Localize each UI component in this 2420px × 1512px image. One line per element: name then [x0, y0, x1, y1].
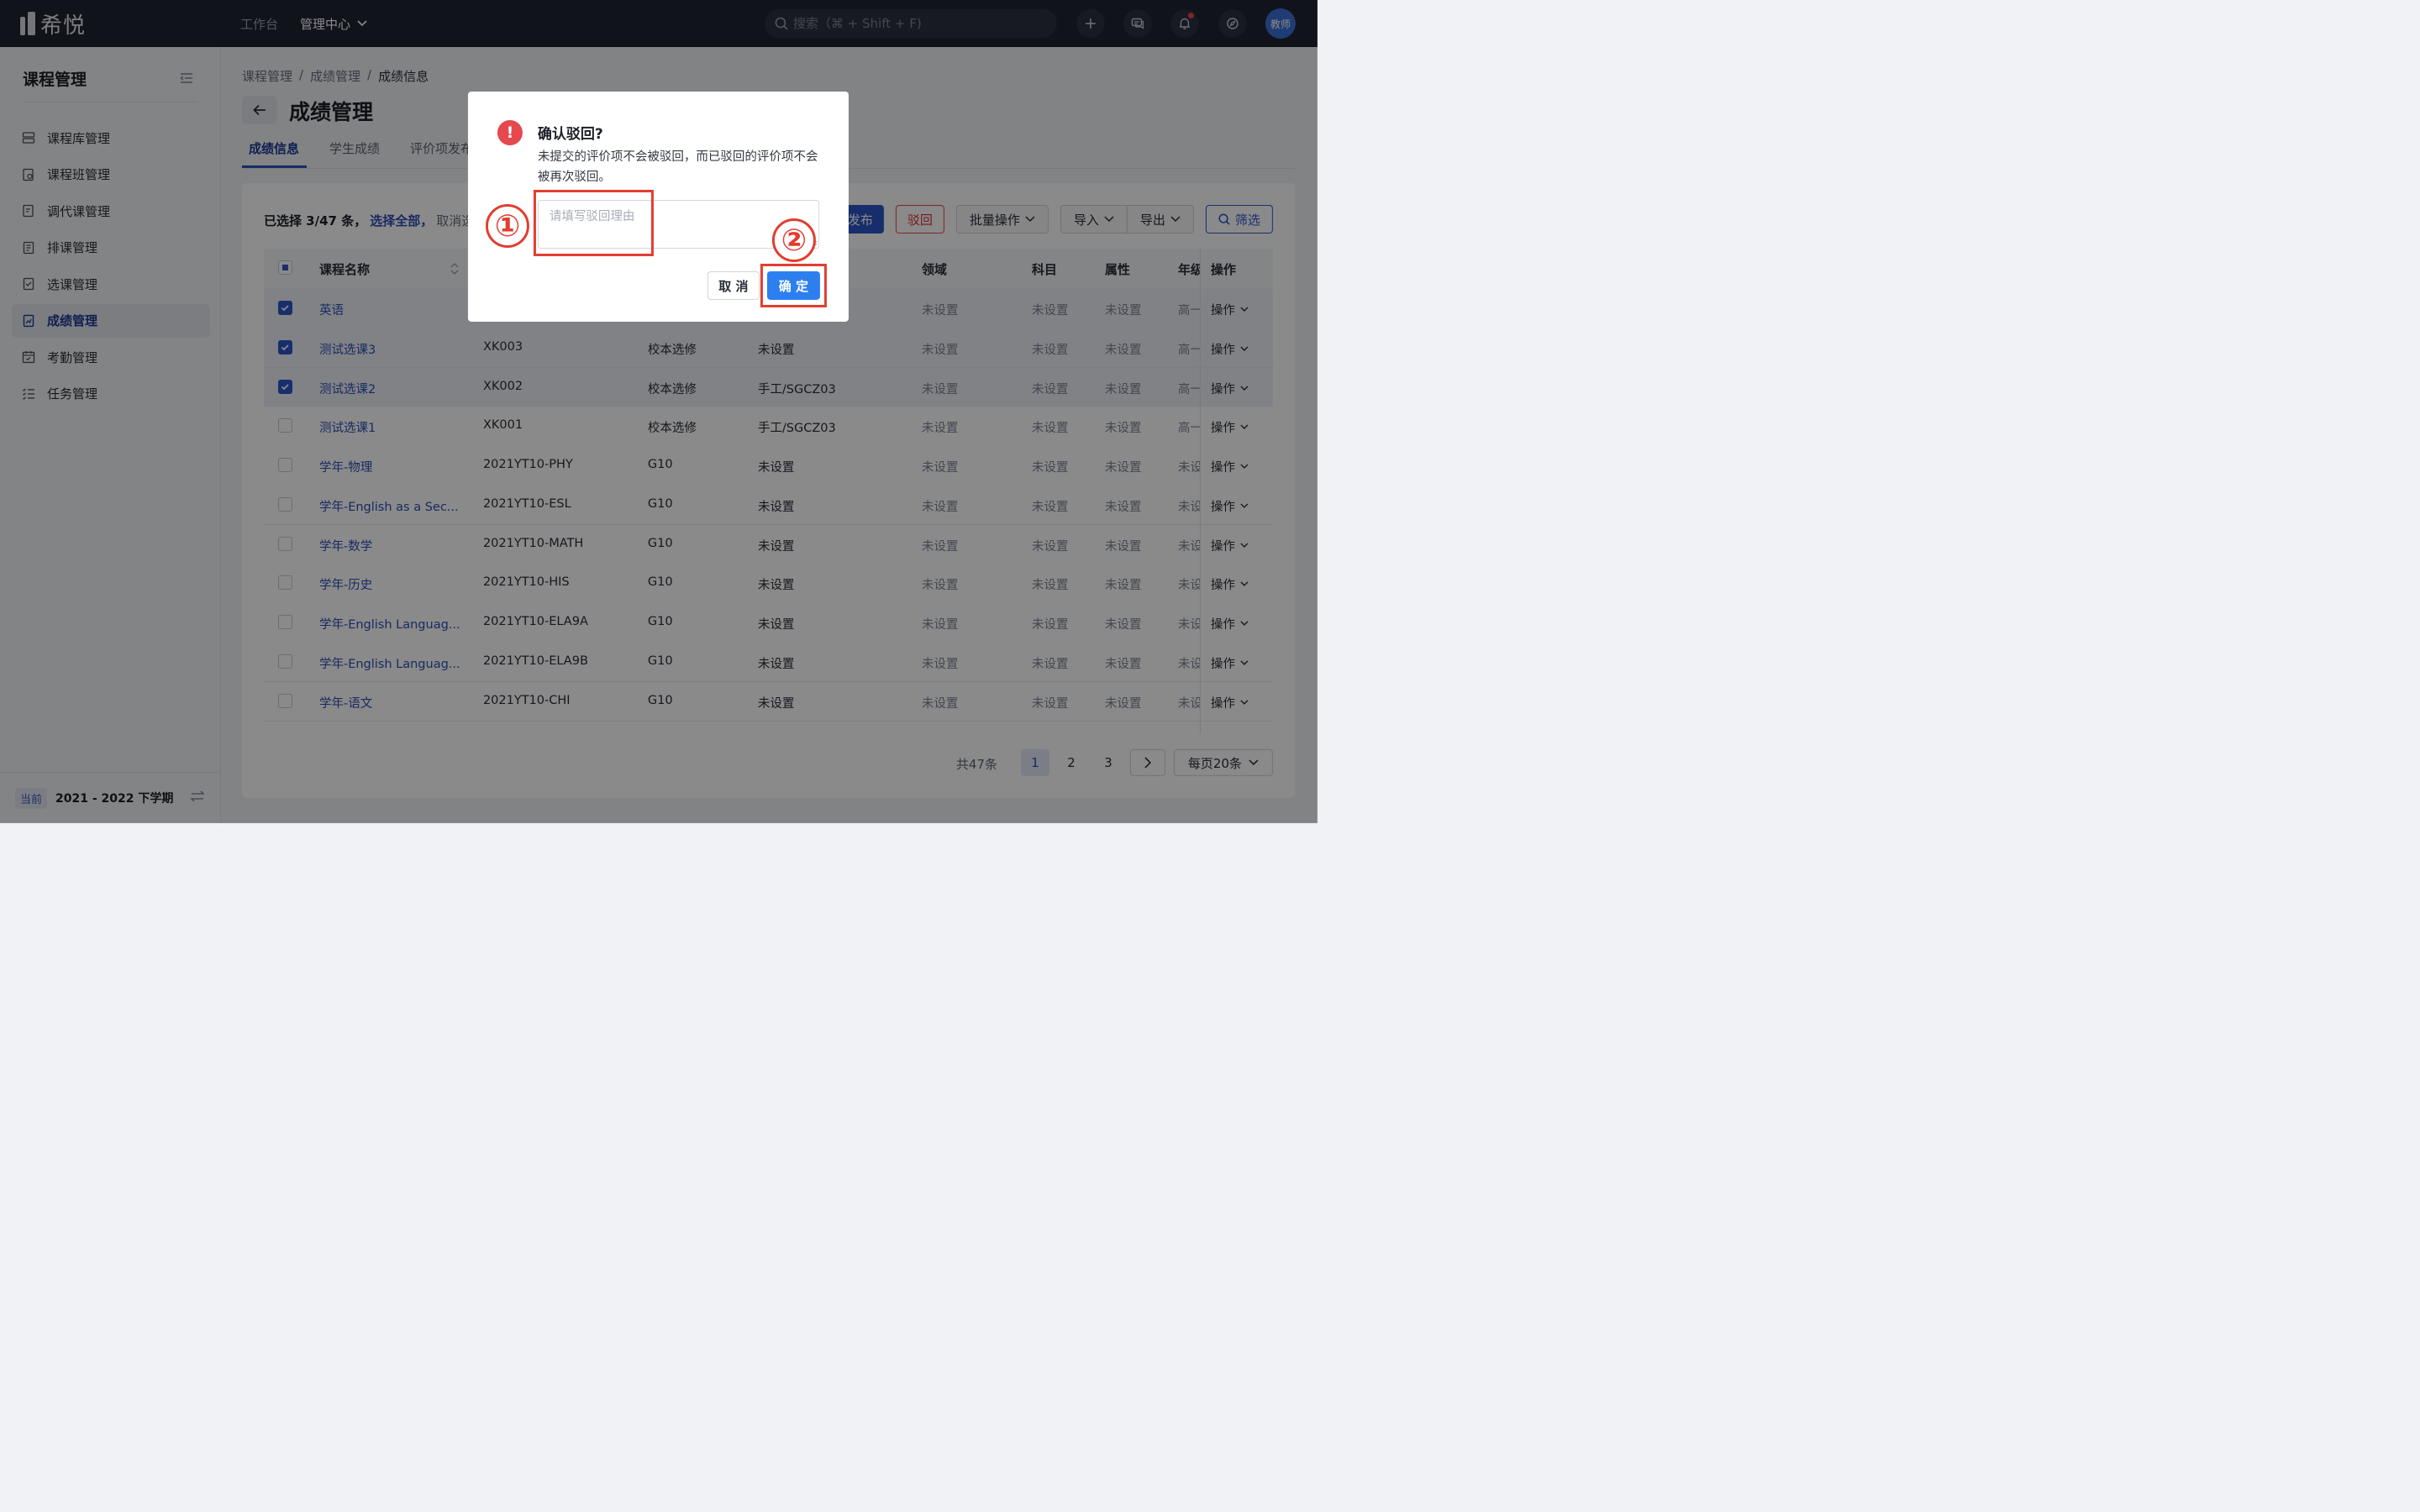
dialog-cancel-button[interactable]: 取 消	[707, 270, 760, 300]
annotation-box-1	[533, 189, 654, 256]
annotation-box-2	[760, 263, 827, 307]
dialog-title: 确认驳回?	[537, 125, 603, 143]
annotation-number-1: ①	[485, 203, 529, 248]
warning-icon: !	[497, 119, 523, 145]
annotation-number-2: ②	[771, 218, 816, 262]
dialog-message: 未提交的评价项不会被驳回，而已驳回的评价项不会被再次驳回。	[537, 150, 818, 184]
